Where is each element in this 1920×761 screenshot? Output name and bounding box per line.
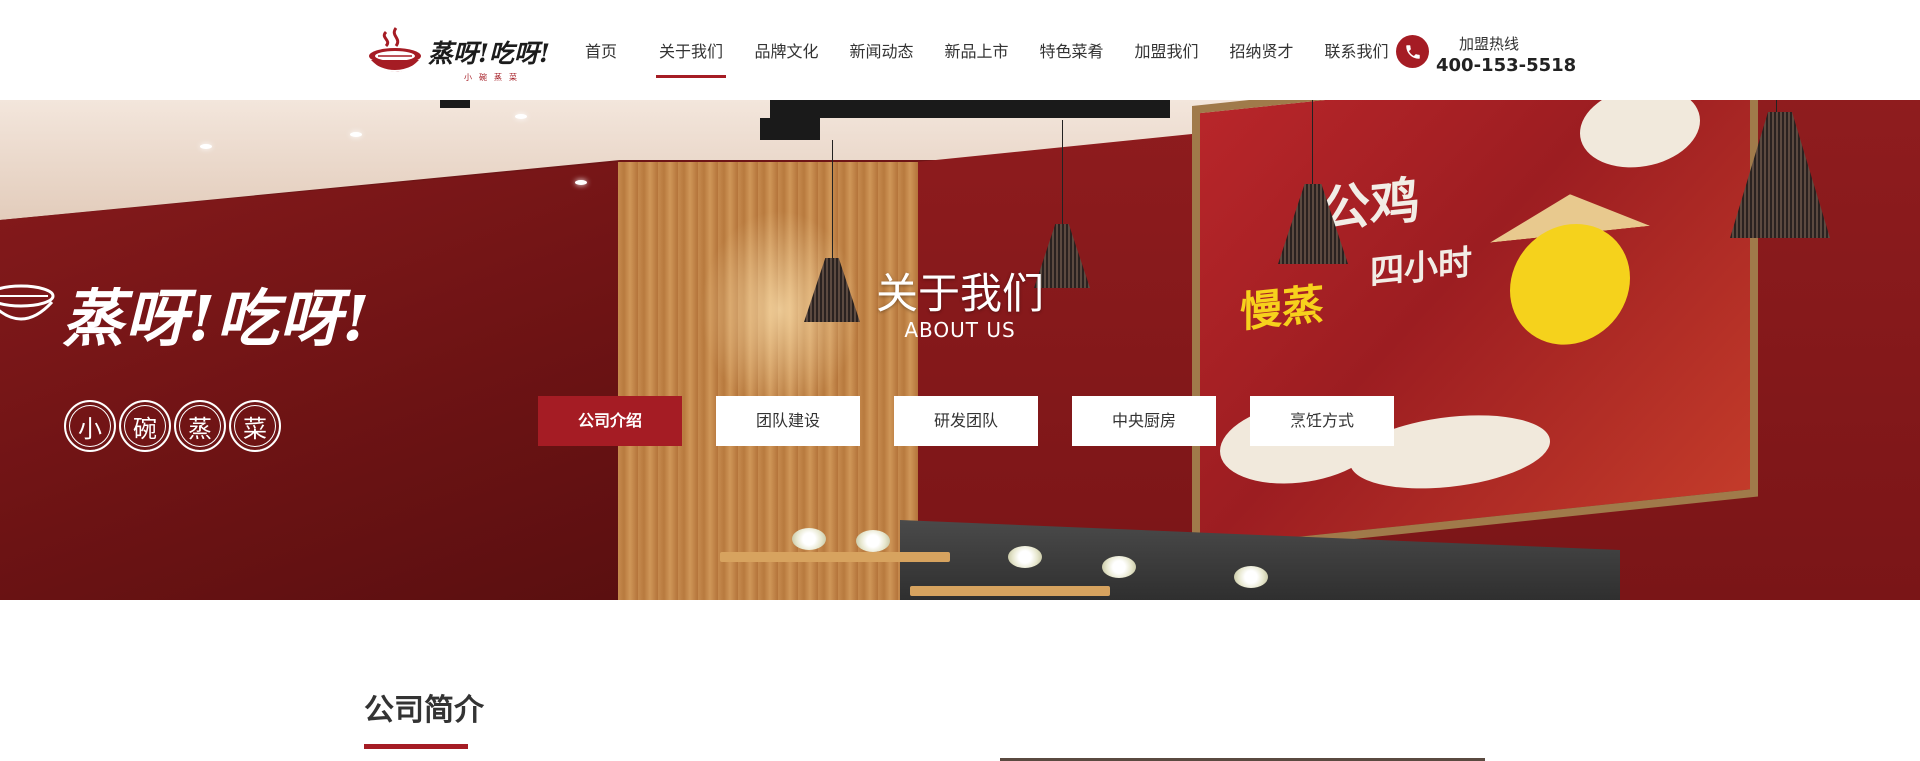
phone-icon <box>1396 35 1429 68</box>
hotline-label: 加盟热线 <box>1459 35 1520 53</box>
brand-char: 小 <box>64 400 116 452</box>
nav-item-about[interactable]: 关于我们 <box>643 0 739 100</box>
lamp-cord <box>1312 100 1313 186</box>
ceiling-light <box>575 180 587 185</box>
logo-subtext: 小碗蒸菜 <box>464 73 524 82</box>
lamp-cord <box>832 140 833 258</box>
table-flowers <box>1102 556 1136 578</box>
brand-char: 碗 <box>119 400 171 452</box>
steamer-bowl-logo-icon <box>369 27 421 72</box>
tab-rd-team[interactable]: 研发团队 <box>894 396 1038 446</box>
main-nav: 首页 关于我们 品牌文化 新闻动态 新品上市 特色菜肴 加盟我们 招纳贤才 联系… <box>573 0 1404 100</box>
nav-item-franchise[interactable]: 加盟我们 <box>1119 0 1214 100</box>
ceiling-duct <box>440 100 470 108</box>
nav-item-careers[interactable]: 招纳贤才 <box>1214 0 1309 100</box>
section-title: 公司简介 <box>364 693 484 728</box>
nav-item-new-products[interactable]: 新品上市 <box>929 0 1024 100</box>
nav-item-contact[interactable]: 联系我们 <box>1309 0 1404 100</box>
ceiling-light <box>200 144 212 149</box>
tab-team-building[interactable]: 团队建设 <box>716 396 860 446</box>
nav-item-news[interactable]: 新闻动态 <box>834 0 929 100</box>
nav-item-brand-culture[interactable]: 品牌文化 <box>739 0 834 100</box>
table-flowers <box>1234 566 1268 588</box>
site-logo[interactable]: 蒸呀!吃呀! 小碗蒸菜 <box>366 20 562 86</box>
hotline-number: 400-153-5518 <box>1436 55 1577 76</box>
ceiling-light <box>350 132 362 137</box>
banner-brand-chars: 小 碗 蒸 菜 <box>64 400 281 452</box>
ceiling-duct <box>760 118 820 140</box>
nav-item-home[interactable]: 首页 <box>573 0 629 100</box>
franchise-hotline[interactable]: 加盟热线 400-153-5518 <box>1396 31 1576 81</box>
about-banner: 公鸡 四小时 慢蒸 蒸呀!吃呀! 小 碗 蒸 菜 关于我们 ABOUT US 公… <box>0 100 1920 600</box>
nav-item-featured-dishes[interactable]: 特色菜肴 <box>1024 0 1119 100</box>
tab-company-intro[interactable]: 公司介绍 <box>538 396 682 446</box>
logo-text: 蒸呀!吃呀! <box>428 39 550 68</box>
lamp-cord <box>1776 100 1777 112</box>
ceiling-light <box>515 114 527 119</box>
brand-char: 菜 <box>229 400 281 452</box>
dining-table <box>910 586 1110 596</box>
tab-cooking-method[interactable]: 烹饪方式 <box>1250 396 1394 446</box>
ceiling-duct <box>770 100 1170 118</box>
about-sub-tabs: 公司介绍 团队建设 研发团队 中央厨房 烹饪方式 <box>538 396 1394 446</box>
mural-cloud <box>1580 100 1700 174</box>
table-flowers <box>1008 546 1042 568</box>
tab-central-kitchen[interactable]: 中央厨房 <box>1072 396 1216 446</box>
brand-char: 蒸 <box>174 400 226 452</box>
banner-title: 关于我们 <box>875 269 1044 318</box>
site-header: 蒸呀!吃呀! 小碗蒸菜 首页 关于我们 品牌文化 新闻动态 新品上市 特色菜肴 … <box>0 0 1920 100</box>
banner-subtitle: ABOUT US <box>904 318 1016 342</box>
dining-table <box>720 552 950 562</box>
table-flowers <box>856 530 890 552</box>
lamp-cord <box>1062 120 1063 230</box>
table-flowers <box>792 528 826 550</box>
section-title-underline <box>364 744 468 749</box>
